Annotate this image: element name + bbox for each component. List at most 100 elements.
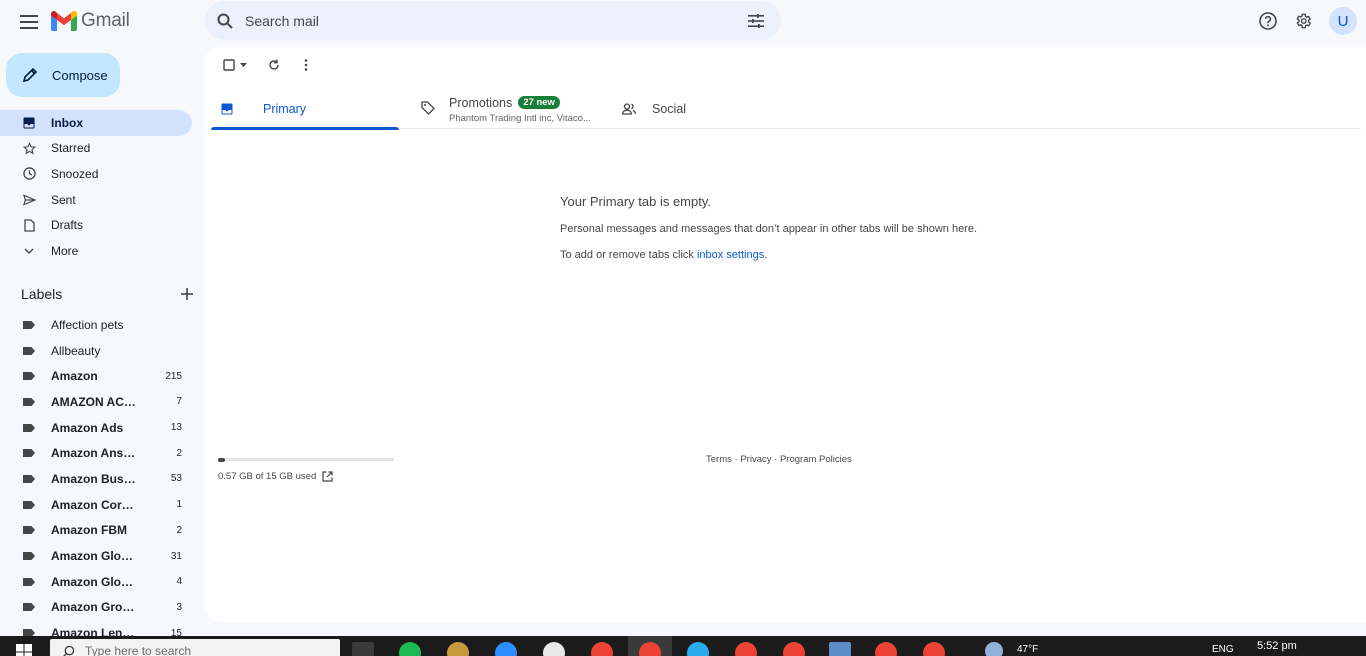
create-label-button[interactable] [181, 288, 193, 300]
pencil-icon [22, 67, 38, 83]
label-item[interactable]: Amazon FBM 2 [0, 518, 192, 544]
footer-links: Terms · Privacy · Program Policies [706, 454, 852, 465]
app-icon[interactable] [543, 642, 565, 656]
zoom-icon[interactable] [495, 642, 517, 656]
calculator-icon[interactable] [829, 642, 851, 656]
category-tabs: Primary Promotions 27 new Phantom Tradin… [211, 88, 1361, 130]
tab-social-label: Social [652, 101, 687, 116]
label-count: 53 [170, 473, 182, 485]
program-policies-link[interactable]: Program Policies [780, 454, 852, 465]
sidebar-item-more[interactable]: More [0, 238, 192, 264]
terms-link[interactable]: Terms [706, 454, 732, 465]
search-icon [217, 13, 233, 29]
label-name: Amazon Global Sell... [51, 574, 139, 589]
open-in-new-icon [322, 470, 333, 482]
tab-primary[interactable]: Primary [211, 88, 399, 130]
spotify-icon[interactable] [399, 642, 421, 656]
taskbar-search[interactable]: Type here to search [50, 639, 340, 656]
sidebar-item-snoozed[interactable]: Snoozed [0, 161, 192, 187]
tab-promotions[interactable]: Promotions 27 new Phantom Trading Intl i… [421, 88, 611, 129]
label-name: Amazon Answers [51, 446, 139, 461]
gmail-logo[interactable]: Gmail [51, 8, 130, 34]
label-item[interactable]: AMAZON ACCELER... 7 [0, 389, 192, 415]
sidebar-nav: Inbox Starred Snoozed Sent Drafts More [0, 110, 205, 264]
label-item[interactable]: Amazon Lending 15 [0, 620, 192, 636]
chrome-icon[interactable] [783, 642, 805, 656]
help-icon [1259, 12, 1277, 30]
label-count: 215 [165, 370, 182, 382]
label-item[interactable]: Allbeauty [0, 338, 192, 364]
label-tag-icon [23, 577, 35, 586]
weather-icon[interactable] [985, 642, 1003, 656]
label-name: Amazon Global Lo... [51, 549, 139, 564]
label-name: Amazon Business [51, 471, 139, 486]
label-name: Amazon Lending [51, 626, 139, 636]
windows-icon [16, 644, 32, 656]
label-tag-icon [23, 372, 35, 381]
tab-social[interactable]: Social [622, 88, 812, 129]
support-button[interactable] [1255, 8, 1281, 34]
storage-bar-fill [218, 457, 225, 462]
draft-icon [22, 218, 36, 232]
tab-promotions-label: Promotions [449, 95, 513, 110]
label-item[interactable]: Amazon Ads 13 [0, 415, 192, 441]
label-item[interactable]: Amazon Growth 3 [0, 595, 192, 621]
sidebar-item-sent[interactable]: Sent [0, 187, 192, 213]
label-name: Allbeauty [51, 343, 101, 358]
people-icon [622, 102, 636, 115]
tag-icon [421, 101, 435, 115]
label-item[interactable]: Amazon Corporate 1 [0, 492, 192, 518]
label-item[interactable]: Amazon Global Sell... 4 [0, 569, 192, 595]
label-tag-icon [23, 423, 35, 432]
sidebar-item-starred[interactable]: Starred [0, 136, 192, 162]
label-count: 2 [176, 447, 182, 459]
label-tag-icon [23, 397, 35, 406]
privacy-link[interactable]: Privacy [740, 454, 771, 465]
select-all-checkbox[interactable] [219, 55, 251, 75]
sidebar-item-label: Sent [51, 192, 76, 207]
label-item[interactable]: Amazon Global Lo... 31 [0, 543, 192, 569]
labels-title: Labels [21, 286, 63, 302]
more-options-button[interactable] [297, 55, 315, 75]
main-panel: Primary Promotions 27 new Phantom Tradin… [205, 46, 1366, 622]
chrome-icon[interactable] [735, 642, 757, 656]
label-tag-icon [23, 474, 35, 483]
chrome-icon[interactable] [591, 642, 613, 656]
label-name: Affection pets [51, 317, 124, 332]
app-icon[interactable] [447, 642, 469, 656]
chrome-icon[interactable] [875, 642, 897, 656]
taskbar-search-placeholder: Type here to search [85, 644, 192, 656]
language-indicator[interactable]: ENG [1212, 644, 1234, 655]
search-options-button[interactable] [736, 1, 776, 40]
refresh-button[interactable] [265, 55, 283, 75]
inbox-settings-link[interactable]: inbox settings [697, 249, 764, 261]
settings-button[interactable] [1290, 8, 1316, 34]
checkbox-icon [223, 59, 235, 71]
search-input[interactable] [245, 12, 736, 29]
compose-button[interactable]: Compose [6, 53, 120, 97]
start-button[interactable] [16, 644, 32, 656]
refresh-icon [268, 59, 280, 71]
task-view-icon[interactable] [352, 642, 374, 656]
label-item[interactable]: Amazon Business 53 [0, 466, 192, 492]
manage-storage-link[interactable] [322, 470, 333, 482]
label-item[interactable]: Amazon Answers 2 [0, 440, 192, 466]
label-name: AMAZON ACCELER... [51, 394, 139, 409]
label-item[interactable]: Affection pets [0, 312, 192, 338]
clock-time[interactable]: 5:52 pm [1257, 640, 1297, 652]
star-icon [22, 141, 36, 155]
main-menu-button[interactable] [12, 5, 46, 39]
footer-separator: · [771, 454, 780, 465]
search-bar [205, 1, 781, 40]
search-button[interactable] [205, 1, 245, 40]
label-item[interactable]: Amazon 215 [0, 363, 192, 389]
sidebar-item-drafts[interactable]: Drafts [0, 212, 192, 238]
label-count: 15 [170, 627, 182, 636]
telegram-icon[interactable] [687, 642, 709, 656]
inbox-icon [22, 116, 36, 130]
label-name: Amazon Corporate [51, 497, 139, 512]
chrome-icon[interactable] [923, 642, 945, 656]
label-name: Amazon Ads [51, 420, 124, 435]
account-avatar[interactable]: U [1329, 7, 1357, 35]
sidebar-item-inbox[interactable]: Inbox [0, 110, 192, 136]
